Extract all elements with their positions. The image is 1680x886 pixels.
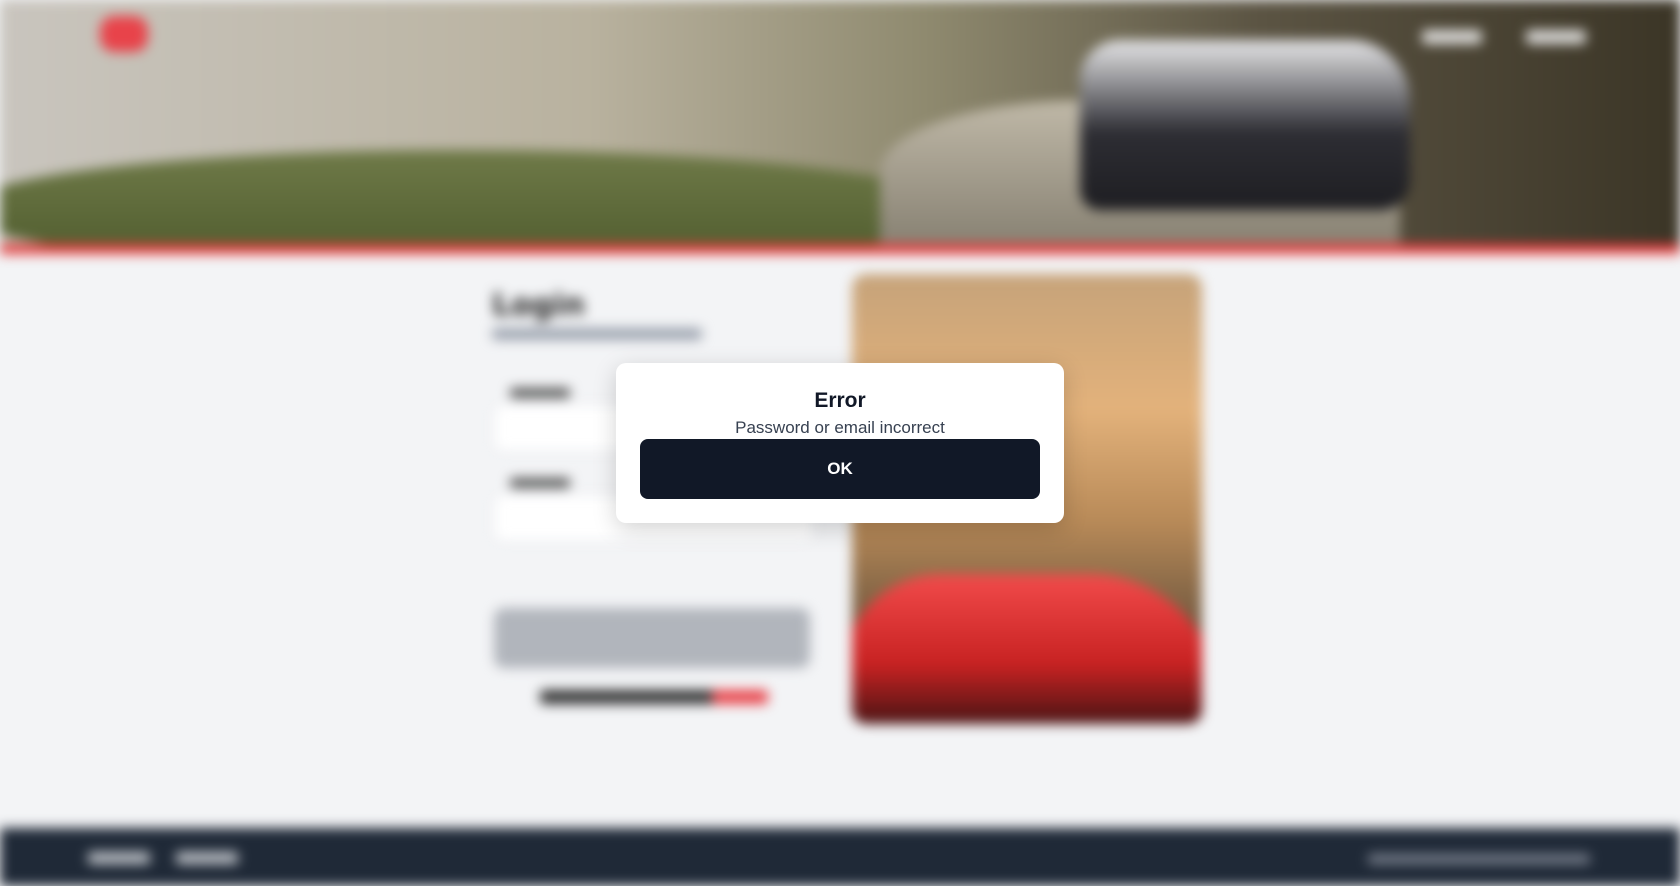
- dialog-message: Password or email incorrect: [735, 418, 945, 437]
- ok-button[interactable]: OK: [640, 439, 1040, 499]
- modal-overlay: Error Password or email incorrect OK: [0, 0, 1680, 886]
- dialog-title: Error: [814, 389, 866, 412]
- error-dialog: Error Password or email incorrect OK: [616, 363, 1064, 523]
